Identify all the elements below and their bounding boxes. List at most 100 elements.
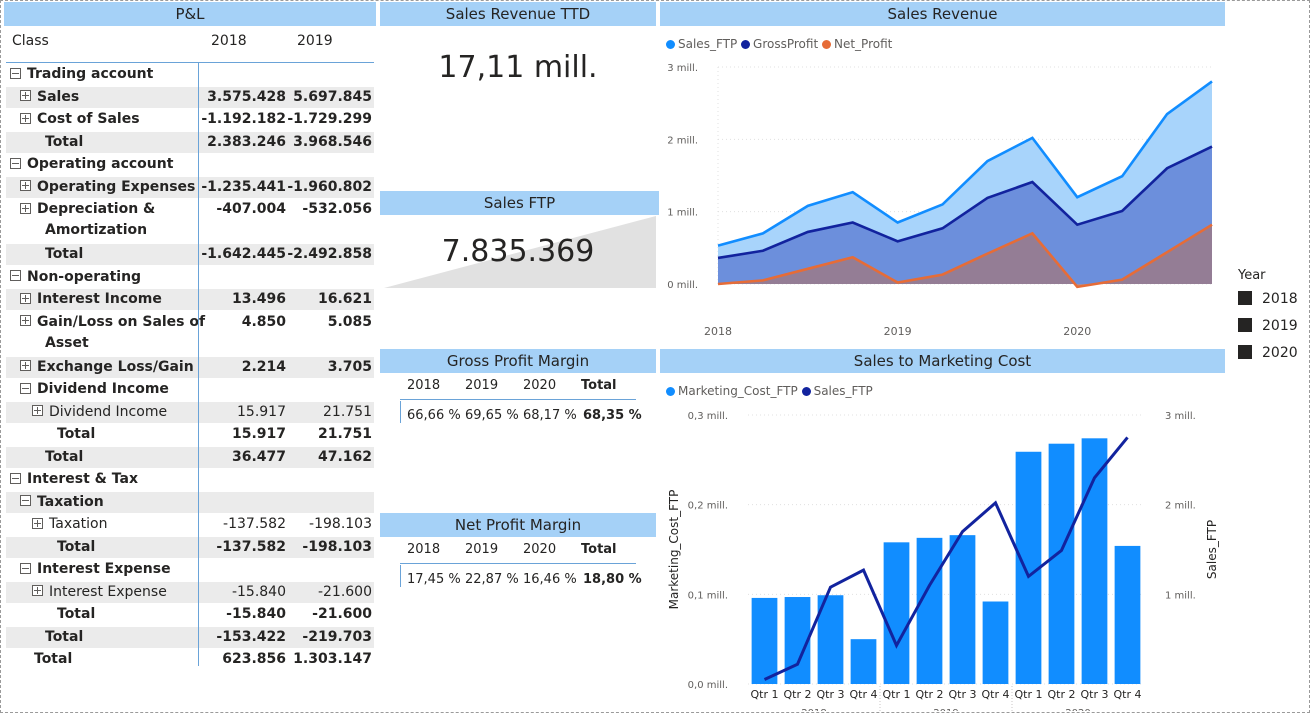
pl-row-dividend-income[interactable]: Dividend Income bbox=[6, 379, 374, 400]
collapse-icon[interactable] bbox=[10, 472, 21, 484]
legend-item-sales-ftp-line[interactable]: Sales_FTP bbox=[801, 384, 873, 398]
net-margin-table[interactable]: 2018 2019 2020 Total 17,45 % 22,87 % 16,… bbox=[380, 538, 656, 598]
expand-icon[interactable] bbox=[20, 112, 31, 124]
year-slicer[interactable]: Year 2018 2019 2020 bbox=[1238, 268, 1298, 361]
legend-item-gross-profit[interactable]: GrossProfit bbox=[741, 37, 818, 51]
sales-revenue-chart[interactable]: 0 mill. 1 mill. 2 mill. 3 mill. 2018 2019 2020 bbox=[660, 55, 1225, 345]
pl-row-gain-loss-on-sales-of[interactable]: Gain/Loss on Sales of Asset 4.850 5.085 bbox=[6, 312, 374, 354]
gross-margin-separator bbox=[400, 399, 636, 400]
collapse-icon[interactable] bbox=[20, 562, 31, 574]
checkbox-icon[interactable] bbox=[1238, 318, 1252, 332]
collapse-icon[interactable] bbox=[10, 157, 21, 169]
legend-item-sales-ftp[interactable]: Sales_FTP bbox=[666, 37, 737, 51]
collapse-icon[interactable] bbox=[20, 495, 31, 506]
y-tick-label: 1 mill. bbox=[667, 208, 698, 219]
pl-row-cost-of-sales[interactable]: Cost of Sales -1.192.182 -1.729.299 bbox=[6, 109, 374, 130]
pl-row-taxation[interactable]: Taxation bbox=[6, 491, 374, 513]
expand-icon[interactable] bbox=[20, 202, 31, 214]
value-2019: 1.303.147 bbox=[293, 651, 372, 667]
pl-row-taxation[interactable]: Taxation -137.582 -198.103 bbox=[6, 514, 374, 535]
expand-icon[interactable] bbox=[20, 315, 31, 326]
pl-row-dividend-income[interactable]: Dividend Income 15.917 21.751 bbox=[6, 401, 374, 423]
pl-total-row[interactable]: Total 15.917 21.751 bbox=[6, 424, 374, 445]
value-2019: -198.103 bbox=[302, 538, 372, 555]
value-2019: -2.492.858 bbox=[287, 246, 372, 262]
expand-icon[interactable] bbox=[20, 360, 31, 371]
expand-icon[interactable] bbox=[20, 90, 31, 101]
x-tick-label: Qtr 3 bbox=[949, 688, 977, 701]
pl-row-trading-account[interactable]: Trading account bbox=[6, 64, 374, 85]
year-option-2020[interactable]: 2020 bbox=[1238, 345, 1298, 361]
expand-icon[interactable] bbox=[32, 517, 43, 529]
checkbox-icon[interactable] bbox=[1238, 345, 1252, 359]
bar-marketing-cost bbox=[1048, 443, 1075, 684]
row-label-text: Cost of Sales bbox=[37, 111, 140, 127]
expand-icon[interactable] bbox=[20, 180, 31, 191]
row-label-text: Total bbox=[57, 426, 96, 442]
value-2019: -21.600 bbox=[317, 583, 372, 600]
row-label-text: Trading account bbox=[27, 66, 154, 82]
pl-row-interest-expense[interactable]: Interest Expense bbox=[6, 559, 374, 580]
column-2018[interactable]: 2018 bbox=[211, 33, 247, 49]
value-2019: -198.103 bbox=[309, 516, 372, 532]
year-option-2018[interactable]: 2018 bbox=[1238, 291, 1298, 307]
pl-row-depreciation[interactable]: Depreciation & Amortization -407.004 -532.0… bbox=[6, 199, 374, 241]
sales-ftp-title: Sales FTP bbox=[380, 191, 659, 215]
row-label-text: Gain/Loss on Sales of bbox=[37, 313, 206, 330]
row-label: Interest & Tax bbox=[10, 469, 138, 490]
row-label-text-continued: Asset bbox=[45, 334, 89, 351]
legend-label: Sales_FTP bbox=[678, 37, 738, 51]
pl-row-interest-tax[interactable]: Interest & Tax bbox=[6, 469, 374, 490]
pl-row-exchange-loss-gain[interactable]: Exchange Loss/Gain 2.214 3.705 bbox=[6, 356, 374, 378]
pl-row-sales[interactable]: Sales 3.575.428 5.697.845 bbox=[6, 86, 374, 108]
row-label-text: Depreciation & bbox=[37, 201, 156, 217]
sales-marketing-legend: Marketing_Cost_FTP Sales_FTP bbox=[666, 384, 873, 398]
expand-icon[interactable] bbox=[32, 405, 43, 416]
row-label: Total bbox=[20, 244, 83, 265]
pl-row-non-operating[interactable]: Non-operating bbox=[6, 267, 374, 288]
y-tick-label: 3 mill. bbox=[667, 63, 698, 74]
pl-total-row[interactable]: Total 36.477 47.162 bbox=[6, 446, 374, 468]
collapse-icon[interactable] bbox=[20, 382, 31, 394]
net-margin-value-2018: 17,45 % bbox=[407, 572, 461, 587]
value-2019: 16.621 bbox=[317, 291, 372, 307]
row-label: Depreciation & Amortization bbox=[20, 199, 155, 241]
y2-tick-label: 2 mill. bbox=[1165, 501, 1196, 512]
net-margin-header-2018: 2018 bbox=[407, 542, 441, 557]
pl-row-operating-account[interactable]: Operating account bbox=[6, 154, 374, 175]
row-label-text: Total bbox=[45, 628, 84, 645]
column-2019[interactable]: 2019 bbox=[297, 33, 333, 49]
row-label-text: Sales bbox=[37, 88, 80, 105]
checkbox-icon[interactable] bbox=[1238, 291, 1252, 305]
pl-grand-total-row[interactable]: Total 623.856 1.303.147 bbox=[6, 649, 374, 670]
pl-total-row[interactable]: Total 2.383.246 3.968.546 bbox=[6, 131, 374, 153]
legend-item-net-profit[interactable]: Net_Profit bbox=[821, 37, 892, 51]
expand-icon[interactable] bbox=[20, 292, 31, 304]
row-label: Interest Expense bbox=[32, 582, 167, 603]
legend-label: GrossProfit bbox=[753, 37, 819, 51]
x-tick-label: 2019 bbox=[884, 325, 912, 338]
expand-icon[interactable] bbox=[32, 585, 43, 596]
pl-row-operating-expenses[interactable]: Operating Expenses -1.235.441 -1.960.802 bbox=[6, 176, 374, 198]
row-label-text: Taxation bbox=[49, 516, 108, 532]
year-option-2019[interactable]: 2019 bbox=[1238, 318, 1298, 334]
gross-margin-value-2019: 69,65 % bbox=[465, 408, 519, 423]
gross-margin-title: Gross Profit Margin bbox=[380, 349, 656, 373]
collapse-icon[interactable] bbox=[10, 67, 21, 79]
pl-total-row[interactable]: Total -137.582 -198.103 bbox=[6, 536, 374, 558]
collapse-icon[interactable] bbox=[10, 270, 21, 281]
value-2018: -153.422 bbox=[216, 628, 286, 645]
sales-marketing-chart[interactable]: 0,0 mill. 0,1 mill. 0,2 mill. 0,3 mill. 1 mi… bbox=[660, 400, 1225, 711]
column-class[interactable]: Class bbox=[12, 33, 49, 49]
pl-row-interest-income[interactable]: Interest Income 13.496 16.621 bbox=[6, 289, 374, 310]
row-label-text: Interest Income bbox=[37, 291, 162, 307]
gross-margin-table[interactable]: 2018 2019 2020 Total 66,66 % 69,65 % 68,… bbox=[380, 374, 656, 434]
pl-total-row[interactable]: Total -15.840 -21.600 bbox=[6, 604, 374, 625]
pl-total-row[interactable]: Total -1.642.445 -2.492.858 bbox=[6, 244, 374, 265]
sales-marketing-title: Sales to Marketing Cost bbox=[660, 349, 1225, 373]
pl-row-interest-expense[interactable]: Interest Expense -15.840 -21.600 bbox=[6, 581, 374, 603]
sales-ttd-title: Sales Revenue TTD bbox=[380, 2, 656, 26]
legend-item-marketing-cost[interactable]: Marketing_Cost_FTP bbox=[666, 384, 798, 398]
pl-total-row[interactable]: Total -153.422 -219.703 bbox=[6, 626, 374, 648]
x-tick-label: Qtr 2 bbox=[916, 688, 944, 701]
